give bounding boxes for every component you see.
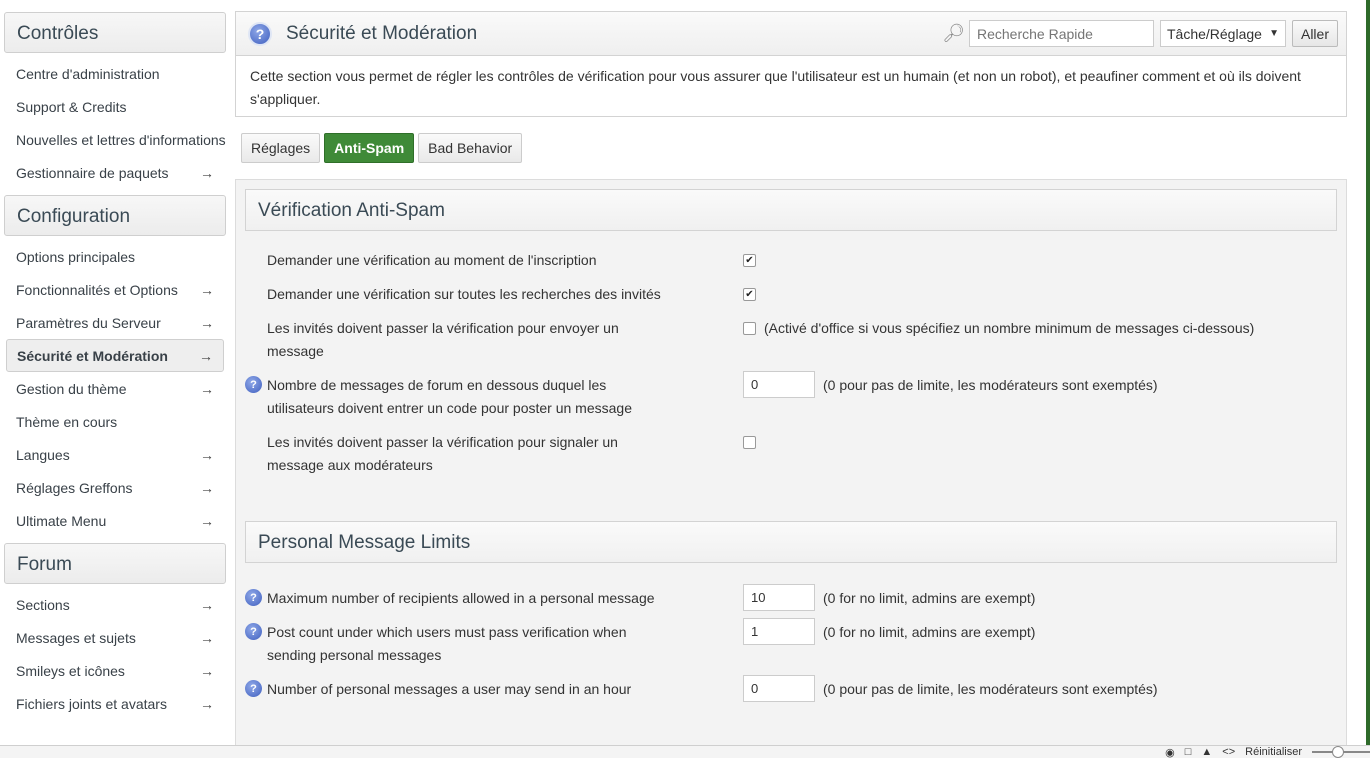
guest-search-verification-checkbox[interactable]: ✔	[743, 288, 756, 301]
setting-label: Maximum number of recipients allowed in …	[267, 590, 655, 606]
go-button[interactable]: Aller	[1291, 20, 1338, 47]
sidebar-item-parametres-serveur[interactable]: Paramètres du Serveur →	[4, 306, 226, 339]
sidebar-item-fonctionnalites[interactable]: Fonctionnalités et Options →	[4, 273, 226, 306]
tab-reglages[interactable]: Réglages	[241, 133, 321, 163]
window-icon[interactable]: □	[1185, 746, 1192, 758]
sidebar-item-securite-moderation[interactable]: Sécurité et Modération →	[6, 339, 224, 372]
setting-row: ? Post count under which users must pass…	[245, 618, 1337, 678]
section-pm-limits-title: Personal Message Limits	[245, 521, 1337, 563]
search-icon: 🔎︎	[942, 23, 965, 43]
arrow-right-icon: →	[200, 629, 214, 646]
setting-label: Les invités doivent passer la vérificati…	[267, 434, 618, 473]
settings-panel: Vérification Anti-Spam Demander une véri…	[235, 179, 1347, 745]
sidebar-item-reglages-greffons[interactable]: Réglages Greffons →	[4, 471, 226, 504]
title-bar: ? Sécurité et Modération 🔎︎ Tâche/Réglag…	[235, 11, 1347, 56]
sidebar: Contrôles Centre d'administration Suppor…	[4, 12, 226, 726]
sidebar-section-configuration-title: Configuration	[4, 195, 226, 236]
setting-row: ? Maximum number of recipients allowed i…	[245, 584, 1337, 621]
sidebar-item-gestion-theme[interactable]: Gestion du thème →	[4, 372, 226, 405]
help-icon[interactable]: ?	[245, 680, 262, 697]
arrow-right-icon: →	[199, 347, 213, 364]
arrow-right-icon: →	[200, 695, 214, 712]
setting-label: Demander une vérification sur toutes les…	[267, 286, 661, 302]
arrow-right-icon: →	[200, 314, 214, 331]
code-icon[interactable]: <>	[1222, 746, 1235, 758]
tab-bad-behavior[interactable]: Bad Behavior	[418, 133, 523, 163]
sidebar-section-controles-title: Contrôles	[4, 12, 226, 53]
status-bar: ◉ □ ▲ <> Réinitialiser	[0, 745, 1370, 758]
max-recipients-input[interactable]: 10	[743, 584, 815, 611]
pm-per-hour-input[interactable]: 0	[743, 675, 815, 702]
window-edge	[1366, 0, 1370, 745]
sidebar-item-theme-en-cours[interactable]: Thème en cours	[4, 405, 226, 438]
sidebar-section-forum-list: Sections → Messages et sujets → Smileys et…	[4, 584, 226, 726]
sidebar-item-fichiers-joints[interactable]: Fichiers joints et avatars →	[4, 687, 226, 720]
setting-row: Les invités doivent passer la vérificati…	[245, 431, 1337, 488]
registration-verification-checkbox[interactable]: ✔	[743, 254, 756, 267]
arrow-right-icon: →	[200, 512, 214, 529]
sidebar-section-forum-title: Forum	[4, 543, 226, 584]
setting-row: ? Number of personal messages a user may…	[245, 675, 1337, 712]
setting-note: (0 pour pas de limite, les modérateurs s…	[823, 377, 1158, 393]
sidebar-item-langues[interactable]: Langues →	[4, 438, 226, 471]
task-setting-select[interactable]: Tâche/Réglage ▼	[1159, 20, 1286, 47]
sidebar-item-messages-sujets[interactable]: Messages et sujets →	[4, 621, 226, 654]
image-icon[interactable]: ▲	[1201, 746, 1212, 758]
tab-anti-spam[interactable]: Anti-Spam	[324, 133, 415, 163]
min-posts-input[interactable]: 0	[743, 371, 815, 398]
setting-note: (Activé d'office si vous spécifiez un no…	[764, 320, 1255, 336]
chevron-down-icon: ▼	[1269, 28, 1279, 39]
reset-zoom-button[interactable]: Réinitialiser	[1245, 746, 1302, 758]
sidebar-item-smileys[interactable]: Smileys et icônes →	[4, 654, 226, 687]
arrow-right-icon: →	[200, 446, 214, 463]
sidebar-item-options-principales[interactable]: Options principales	[4, 240, 226, 273]
arrow-right-icon: →	[200, 479, 214, 496]
section-description: Cette section vous permet de régler les …	[235, 56, 1347, 117]
arrow-right-icon: →	[200, 281, 214, 298]
arrow-right-icon: →	[200, 662, 214, 679]
setting-label: Demander une vérification au moment de l…	[267, 252, 597, 268]
sidebar-item-ultimate-menu[interactable]: Ultimate Menu →	[4, 504, 226, 537]
main-content: ? Sécurité et Modération 🔎︎ Tâche/Réglag…	[235, 11, 1347, 745]
tab-bar: Réglages Anti-Spam Bad Behavior	[241, 133, 1347, 163]
quick-search-input[interactable]	[968, 20, 1154, 47]
setting-label: Post count under which users must pass v…	[267, 624, 627, 663]
setting-label: Nombre de messages de forum en dessous d…	[267, 377, 632, 416]
setting-row: Demander une vérification au moment de l…	[245, 249, 1337, 283]
zoom-slider[interactable]	[1312, 746, 1370, 758]
arrow-right-icon: →	[200, 596, 214, 613]
page-title: Sécurité et Modération	[286, 22, 478, 44]
help-icon[interactable]: ?	[245, 623, 262, 640]
help-icon[interactable]: ?	[245, 376, 262, 393]
guest-post-verification-checkbox[interactable]	[743, 322, 756, 335]
guest-report-verification-checkbox[interactable]	[743, 436, 756, 449]
arrow-right-icon: →	[200, 164, 214, 181]
help-icon[interactable]: ?	[248, 21, 272, 46]
setting-label: Les invités doivent passer la vérificati…	[267, 320, 619, 359]
sidebar-section-controles-list: Centre d'administration Support & Credit…	[4, 53, 226, 195]
setting-row: Demander une vérification sur toutes les…	[245, 283, 1337, 317]
setting-note: (0 pour pas de limite, les modérateurs s…	[823, 681, 1158, 697]
sidebar-item-support-credits[interactable]: Support & Credits	[4, 90, 226, 123]
setting-note: (0 for no limit, admins are exempt)	[823, 590, 1036, 606]
pm-post-count-input[interactable]: 1	[743, 618, 815, 645]
camera-icon[interactable]: ◉	[1165, 746, 1175, 758]
sidebar-section-configuration-list: Options principales Fonctionnalités et O…	[4, 236, 226, 543]
setting-row: Les invités doivent passer la vérificati…	[245, 317, 1337, 374]
help-icon[interactable]: ?	[245, 589, 262, 606]
arrow-right-icon: →	[200, 380, 214, 397]
section-antispam-title: Vérification Anti-Spam	[245, 189, 1337, 231]
sidebar-item-gestionnaire-paquets[interactable]: Gestionnaire de paquets →	[4, 156, 226, 189]
setting-label: Number of personal messages a user may s…	[267, 681, 632, 697]
sidebar-item-sections[interactable]: Sections →	[4, 588, 226, 621]
setting-row: ? Nombre de messages de forum en dessous…	[245, 371, 1337, 431]
zoom-slider-handle[interactable]	[1332, 746, 1344, 758]
sidebar-item-centre-administration[interactable]: Centre d'administration	[4, 57, 226, 90]
sidebar-item-nouvelles[interactable]: Nouvelles et lettres d'informations	[4, 123, 226, 156]
setting-note: (0 for no limit, admins are exempt)	[823, 624, 1036, 640]
